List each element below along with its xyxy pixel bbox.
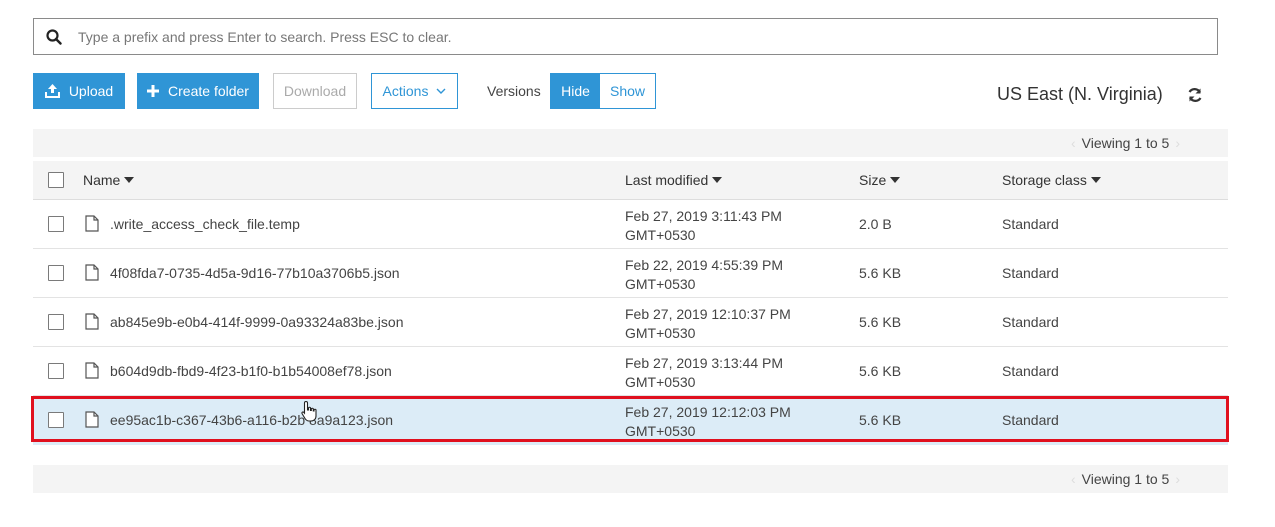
pagination-bottom: ‹ Viewing 1 to 5 › bbox=[33, 465, 1228, 493]
upload-button[interactable]: Upload bbox=[33, 73, 125, 109]
storage-class-cell: Standard bbox=[1002, 363, 1059, 379]
table-header: Name Last modified Size Storage class bbox=[33, 161, 1228, 200]
column-name-header[interactable]: Name bbox=[83, 172, 135, 188]
last-modified-cell: Feb 27, 2019 12:12:03 PM GMT+0530 bbox=[625, 403, 791, 441]
refresh-icon[interactable] bbox=[1186, 86, 1204, 104]
sort-caret-icon bbox=[124, 177, 135, 183]
file-name-link[interactable]: ee95ac1b-c367-43b6-a116-b2b 8a9a123.json bbox=[110, 412, 393, 428]
last-modified-cell: Feb 22, 2019 4:55:39 PM GMT+0530 bbox=[625, 256, 783, 294]
file-icon bbox=[85, 362, 99, 382]
table-row[interactable]: ab845e9b-e0b4-414f-9999-0a93324a83be.jso… bbox=[33, 298, 1228, 347]
modified-date: Feb 27, 2019 12:10:37 PM bbox=[625, 306, 791, 322]
modified-date: Feb 27, 2019 3:13:44 PM bbox=[625, 355, 783, 371]
chevron-right-icon[interactable]: › bbox=[1175, 135, 1180, 151]
sort-caret-icon bbox=[1090, 177, 1101, 183]
last-modified-cell: Feb 27, 2019 3:13:44 PM GMT+0530 bbox=[625, 354, 783, 392]
versions-label: Versions bbox=[487, 83, 541, 99]
sort-caret-icon bbox=[712, 177, 723, 183]
row-checkbox[interactable] bbox=[48, 314, 64, 330]
modified-date: Feb 27, 2019 3:11:43 PM bbox=[625, 208, 782, 224]
file-icon bbox=[85, 264, 99, 284]
download-button[interactable]: Download bbox=[273, 73, 357, 109]
actions-dropdown[interactable]: Actions bbox=[371, 73, 458, 109]
select-all-checkbox[interactable] bbox=[48, 172, 64, 188]
table-row[interactable]: 4f08fda7-0735-4d5a-9d16-77b10a3706b5.jso… bbox=[33, 249, 1228, 298]
file-name-link[interactable]: b604d9db-fbd9-4f23-b1f0-b1b54008ef78.jso… bbox=[110, 363, 392, 379]
size-cell: 5.6 KB bbox=[859, 363, 902, 379]
chevron-left-icon[interactable]: ‹ bbox=[1071, 135, 1076, 151]
column-storage-class-header[interactable]: Storage class bbox=[1002, 172, 1101, 188]
modified-date: Feb 27, 2019 12:12:03 PM bbox=[625, 404, 791, 420]
row-checkbox[interactable] bbox=[48, 265, 64, 281]
file-name-link[interactable]: 4f08fda7-0735-4d5a-9d16-77b10a3706b5.jso… bbox=[110, 265, 400, 281]
modified-date: Feb 22, 2019 4:55:39 PM bbox=[625, 257, 783, 273]
row-checkbox[interactable] bbox=[48, 363, 64, 379]
size-cell: 2.0 B bbox=[859, 216, 892, 232]
storage-class-cell: Standard bbox=[1002, 216, 1059, 232]
hand-cursor-icon bbox=[300, 400, 318, 427]
download-label: Download bbox=[283, 83, 347, 99]
column-size-label: Size bbox=[859, 172, 887, 188]
table-row[interactable]: .write_access_check_file.temp Feb 27, 20… bbox=[33, 200, 1228, 249]
column-last-modified-label: Last modified bbox=[625, 172, 709, 188]
storage-class-cell: Standard bbox=[1002, 314, 1059, 330]
chevron-right-icon[interactable]: › bbox=[1175, 471, 1180, 487]
chevron-down-icon bbox=[436, 88, 446, 94]
upload-icon bbox=[44, 84, 60, 98]
upload-label: Upload bbox=[68, 83, 114, 99]
row-checkbox[interactable] bbox=[48, 412, 64, 428]
versions-toggle: Hide Show bbox=[550, 73, 656, 109]
storage-class-cell: Standard bbox=[1002, 265, 1059, 281]
search-input[interactable] bbox=[74, 19, 1217, 54]
file-icon bbox=[85, 411, 99, 431]
region-label[interactable]: US East (N. Virginia) bbox=[997, 84, 1163, 105]
modified-timezone: GMT+0530 bbox=[625, 325, 696, 341]
pagination-top: ‹ Viewing 1 to 5 › bbox=[33, 129, 1228, 157]
column-name-label: Name bbox=[83, 172, 121, 188]
size-cell: 5.6 KB bbox=[859, 265, 902, 281]
search-icon bbox=[34, 19, 74, 54]
size-cell: 5.6 KB bbox=[859, 412, 902, 428]
last-modified-cell: Feb 27, 2019 3:11:43 PM GMT+0530 bbox=[625, 207, 782, 245]
create-folder-button[interactable]: Create folder bbox=[137, 73, 259, 109]
size-cell: 5.6 KB bbox=[859, 314, 902, 330]
modified-timezone: GMT+0530 bbox=[625, 227, 696, 243]
table-row[interactable]: b604d9db-fbd9-4f23-b1f0-b1b54008ef78.jso… bbox=[33, 347, 1228, 396]
last-modified-cell: Feb 27, 2019 12:10:37 PM GMT+0530 bbox=[625, 305, 791, 343]
create-folder-label: Create folder bbox=[168, 83, 249, 99]
file-icon bbox=[85, 313, 99, 333]
sort-caret-icon bbox=[890, 177, 901, 183]
modified-timezone: GMT+0530 bbox=[625, 276, 696, 292]
actions-label: Actions bbox=[382, 83, 429, 99]
chevron-left-icon[interactable]: ‹ bbox=[1071, 471, 1076, 487]
row-checkbox[interactable] bbox=[48, 216, 64, 232]
modified-timezone: GMT+0530 bbox=[625, 423, 696, 439]
viewing-count-top: Viewing 1 to 5 bbox=[1081, 135, 1170, 151]
column-storage-class-label: Storage class bbox=[1002, 172, 1087, 188]
table-row[interactable]: ee95ac1b-c367-43b6-a116-b2b 8a9a123.json… bbox=[33, 396, 1228, 445]
column-last-modified-header[interactable]: Last modified bbox=[625, 172, 723, 188]
file-name-link[interactable]: .write_access_check_file.temp bbox=[110, 216, 300, 232]
versions-show-button[interactable]: Show bbox=[600, 74, 655, 108]
viewing-count-bottom: Viewing 1 to 5 bbox=[1081, 471, 1170, 487]
search-bar bbox=[33, 18, 1218, 55]
column-size-header[interactable]: Size bbox=[859, 172, 901, 188]
versions-hide-button[interactable]: Hide bbox=[551, 74, 600, 108]
modified-timezone: GMT+0530 bbox=[625, 374, 696, 390]
storage-class-cell: Standard bbox=[1002, 412, 1059, 428]
file-icon bbox=[85, 215, 99, 235]
file-name-link[interactable]: ab845e9b-e0b4-414f-9999-0a93324a83be.jso… bbox=[110, 314, 403, 330]
plus-icon bbox=[147, 85, 160, 97]
